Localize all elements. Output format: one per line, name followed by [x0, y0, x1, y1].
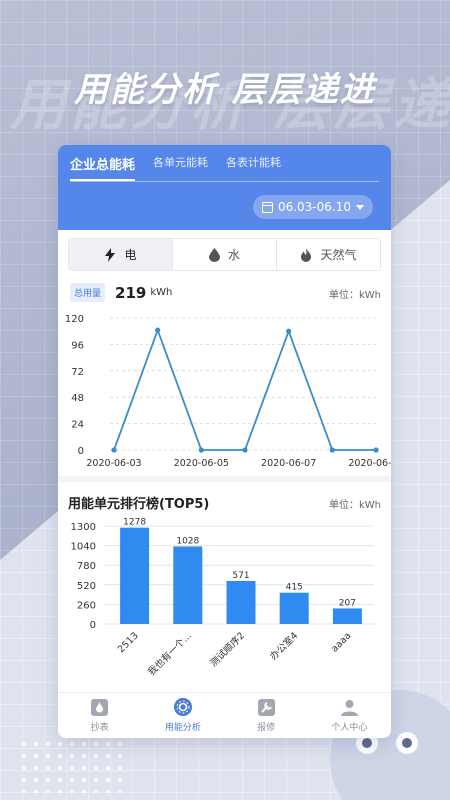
y-tick-label: 0 — [78, 446, 84, 457]
total-usage-value: 219 — [115, 283, 147, 302]
data-point — [155, 327, 161, 333]
home-icon — [91, 698, 109, 716]
mascot-eye — [396, 732, 418, 754]
bar-value-label: 1278 — [123, 518, 146, 528]
energy-type-label: 天然气 — [320, 248, 357, 262]
data-point — [111, 447, 117, 453]
nav-label: 抄表 — [90, 722, 109, 733]
date-range-picker[interactable]: 06.03-06.10 — [252, 195, 373, 219]
bar — [173, 546, 203, 624]
nav-repair[interactable]: 报修 — [225, 693, 308, 738]
y-tick-label: 260 — [77, 600, 96, 611]
calendar-icon — [261, 201, 273, 213]
bar-value-label: 1028 — [176, 537, 199, 547]
bar — [226, 580, 256, 624]
y-tick-label: 72 — [71, 367, 84, 378]
energy-type-label: 电 — [124, 248, 137, 262]
dot-pattern — [18, 738, 128, 793]
bar-value-label: 571 — [232, 571, 249, 581]
wrench-icon — [257, 698, 275, 716]
analysis-icon — [173, 698, 192, 716]
header: 企业总能耗 各单元能耗 各表计能耗 06.03-06.10 — [58, 145, 391, 230]
usage-unit-label: 单位：kWh — [328, 290, 381, 301]
y-tick-label: 520 — [77, 581, 96, 592]
lightning-icon — [105, 247, 116, 262]
tab-unit-energy[interactable]: 各单元能耗 — [153, 154, 208, 181]
nav-profile[interactable]: 个人中心 — [308, 693, 391, 738]
flame-icon — [301, 247, 312, 262]
bar — [332, 608, 362, 624]
total-usage: 总用量 219 kWh 单位：kWh — [70, 283, 391, 302]
total-usage-unit: kWh — [150, 287, 173, 298]
ranking-title: 用能单元排行榜(TOP5) — [68, 497, 210, 512]
bar — [279, 592, 309, 624]
series-line — [113, 327, 376, 451]
ranking-bar-chart: 0 260 520 780 1040 1300 1278 2513 1028 我也有一个... 57… — [71, 518, 374, 678]
total-usage-tag: 总用量 — [70, 283, 106, 302]
header-tabs: 企业总能耗 各单元能耗 各表计能耗 — [58, 145, 391, 181]
category-label: 办公室4 — [267, 630, 300, 663]
y-tick-label: 1040 — [71, 542, 96, 553]
x-tick-label: 2020-06-03 — [86, 458, 141, 469]
ranking-header: 用能单元排行榜(TOP5) 单位：kWh — [58, 493, 391, 512]
y-tick-label: 0 — [90, 620, 96, 631]
nav-label: 用能分析 — [164, 723, 201, 733]
user-icon — [340, 699, 358, 716]
date-range-label: 06.03-06.10 — [277, 200, 351, 214]
y-tick-label: 120 — [65, 314, 84, 325]
x-tick-label: 2020-06-09 — [348, 458, 391, 469]
energy-type-selector: 电 水 天然气 — [68, 238, 381, 271]
y-tick-label: 48 — [71, 393, 84, 404]
data-point — [242, 447, 248, 453]
app-screen: 企业总能耗 各单元能耗 各表计能耗 06.03-06.10 电 水 天然气 总用… — [58, 145, 391, 738]
y-tick-label: 96 — [71, 340, 84, 351]
energy-type-label: 水 — [227, 248, 240, 262]
data-point — [373, 447, 379, 453]
nav-meter-reading[interactable]: 抄表 — [58, 693, 141, 738]
usage-line-chart: 0 24 48 72 96 120 2020-06-03 2020-06-05 2020-06-… — [65, 314, 391, 469]
header-divider — [70, 181, 379, 182]
y-tick-label: 1300 — [71, 522, 96, 533]
data-point — [329, 447, 335, 453]
x-tick-label: 2020-06-07 — [261, 458, 316, 469]
bottom-nav: 抄表 用能分析 报修 个人中心 — [58, 692, 391, 738]
energy-type-gas[interactable]: 天然气 — [277, 239, 380, 270]
section-separator — [58, 476, 391, 482]
category-label: 2513 — [116, 630, 141, 655]
y-tick-label: 780 — [77, 561, 96, 572]
bar — [120, 527, 150, 624]
water-drop-icon — [208, 247, 220, 262]
nav-label: 个人中心 — [331, 722, 368, 733]
data-point — [198, 447, 204, 453]
nav-label: 报修 — [257, 722, 276, 733]
bar-value-label: 207 — [339, 598, 356, 608]
category-label: 测试顺序2 — [207, 630, 247, 670]
y-tick-label: 24 — [71, 420, 84, 431]
tab-enterprise-total[interactable]: 企业总能耗 — [70, 154, 136, 181]
tab-meter-energy[interactable]: 各表计能耗 — [226, 154, 281, 181]
data-point — [286, 328, 292, 334]
energy-type-water[interactable]: 水 — [173, 239, 277, 270]
caret-down-icon — [356, 204, 364, 210]
ranking-unit-label: 单位：kWh — [328, 500, 381, 511]
promo-headline: 用能分析 层层递进 — [74, 70, 376, 110]
bar-value-label: 415 — [286, 583, 303, 593]
category-label: 我也有一个... — [145, 630, 193, 678]
x-tick-label: 2020-06-05 — [174, 458, 229, 469]
energy-type-electricity[interactable]: 电 — [69, 239, 173, 270]
nav-energy-analysis[interactable]: 用能分析 — [141, 693, 224, 738]
category-label: aaaa — [329, 630, 353, 654]
